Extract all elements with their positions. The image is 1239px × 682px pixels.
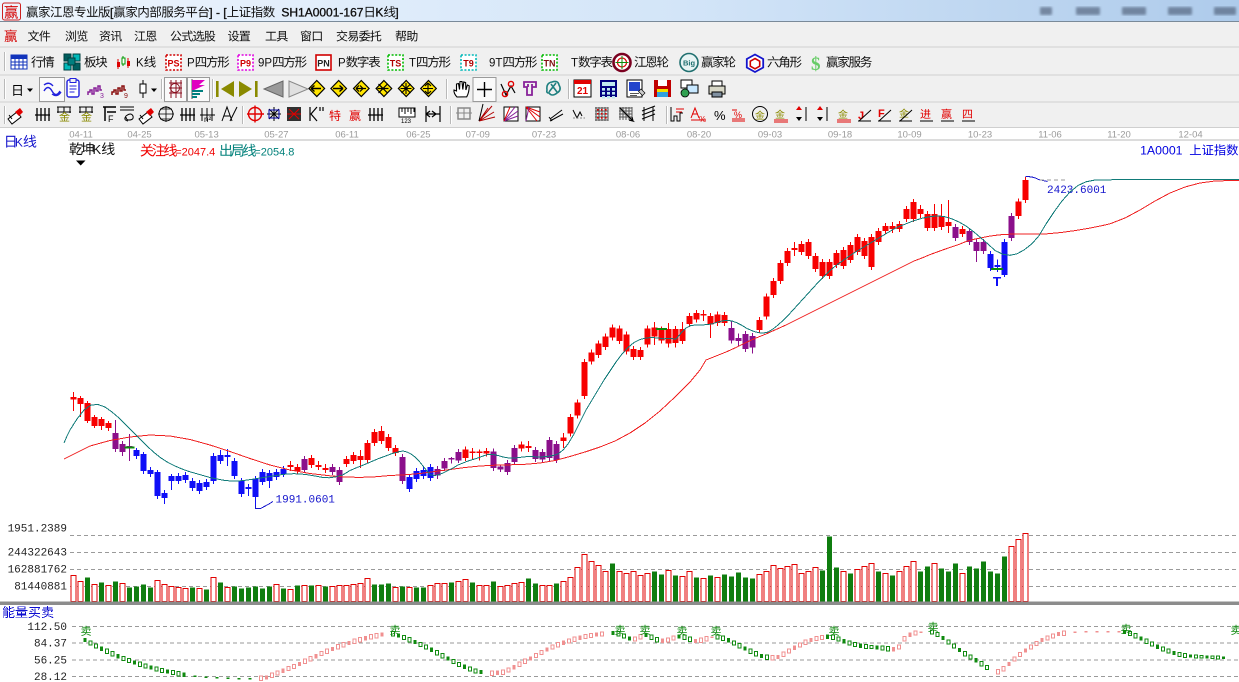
svg-text:PN: PN	[317, 59, 330, 69]
svg-text:04-11: 04-11	[69, 130, 93, 141]
svg-text:9T: 9T	[489, 58, 502, 70]
svg-text:Big: Big	[683, 59, 696, 68]
svg-text:07-09: 07-09	[466, 130, 490, 141]
svg-text:F: F	[108, 114, 114, 124]
svg-text:P9: P9	[240, 59, 251, 69]
svg-text:] - [: ] - [	[209, 6, 227, 20]
svg-text:J: J	[858, 110, 864, 122]
svg-text:21: 21	[577, 86, 589, 97]
svg-text:]: ]	[395, 6, 398, 20]
svg-text:08-06: 08-06	[616, 130, 640, 141]
svg-text:10-09: 10-09	[897, 130, 921, 141]
svg-text:P: P	[187, 58, 195, 70]
svg-text:12-04: 12-04	[1178, 130, 1202, 141]
svg-text:n²: n²	[204, 115, 211, 124]
svg-text:10-23: 10-23	[968, 130, 992, 141]
svg-text:05-27: 05-27	[264, 130, 288, 141]
svg-text:PS: PS	[167, 59, 179, 69]
svg-text:=2054.8: =2054.8	[254, 147, 294, 159]
svg-text:11-20: 11-20	[1107, 130, 1131, 141]
svg-text:3: 3	[100, 93, 104, 100]
svg-text:P: P	[338, 58, 346, 70]
svg-text:08-20: 08-20	[687, 130, 711, 141]
svg-text:K: K	[15, 136, 23, 150]
svg-text:%: %	[714, 108, 726, 123]
svg-text:1991.0601: 1991.0601	[276, 495, 336, 507]
svg-text:T9: T9	[463, 59, 474, 69]
svg-text:123: 123	[401, 119, 412, 125]
svg-text:T: T	[571, 58, 578, 70]
svg-text:1A0001: 1A0001	[1140, 144, 1189, 158]
svg-text:K: K	[93, 142, 102, 157]
svg-text:112.50: 112.50	[27, 622, 67, 634]
svg-text:04-25: 04-25	[127, 130, 151, 141]
svg-text:81440881: 81440881	[14, 582, 67, 594]
svg-text:06-25: 06-25	[406, 130, 430, 141]
svg-text:SH1A0001-167: SH1A0001-167	[275, 6, 364, 20]
svg-text:1951.2389: 1951.2389	[8, 524, 67, 536]
svg-text:TS: TS	[390, 59, 402, 69]
svg-text:=2047.4: =2047.4	[175, 147, 215, 159]
svg-text:07-23: 07-23	[532, 130, 556, 141]
svg-text:28.12: 28.12	[34, 672, 67, 682]
svg-text:9: 9	[124, 93, 128, 100]
svg-text:11-06: 11-06	[1038, 130, 1062, 141]
svg-text:9P: 9P	[258, 58, 272, 70]
svg-text:56.25: 56.25	[34, 656, 67, 668]
svg-text:K: K	[136, 58, 144, 70]
svg-text:05-13: 05-13	[194, 130, 218, 141]
svg-text:244322643: 244322643	[8, 548, 67, 560]
svg-text:T: T	[409, 58, 416, 70]
svg-text:84.37: 84.37	[34, 639, 67, 651]
svg-text:$: $	[811, 54, 821, 75]
svg-text:162881762: 162881762	[8, 565, 67, 577]
svg-text:09-18: 09-18	[828, 130, 852, 141]
svg-text:K: K	[375, 6, 383, 20]
svg-text:TN: TN	[544, 59, 556, 69]
svg-text:06-11: 06-11	[335, 130, 359, 141]
svg-text:09-03: 09-03	[758, 130, 782, 141]
